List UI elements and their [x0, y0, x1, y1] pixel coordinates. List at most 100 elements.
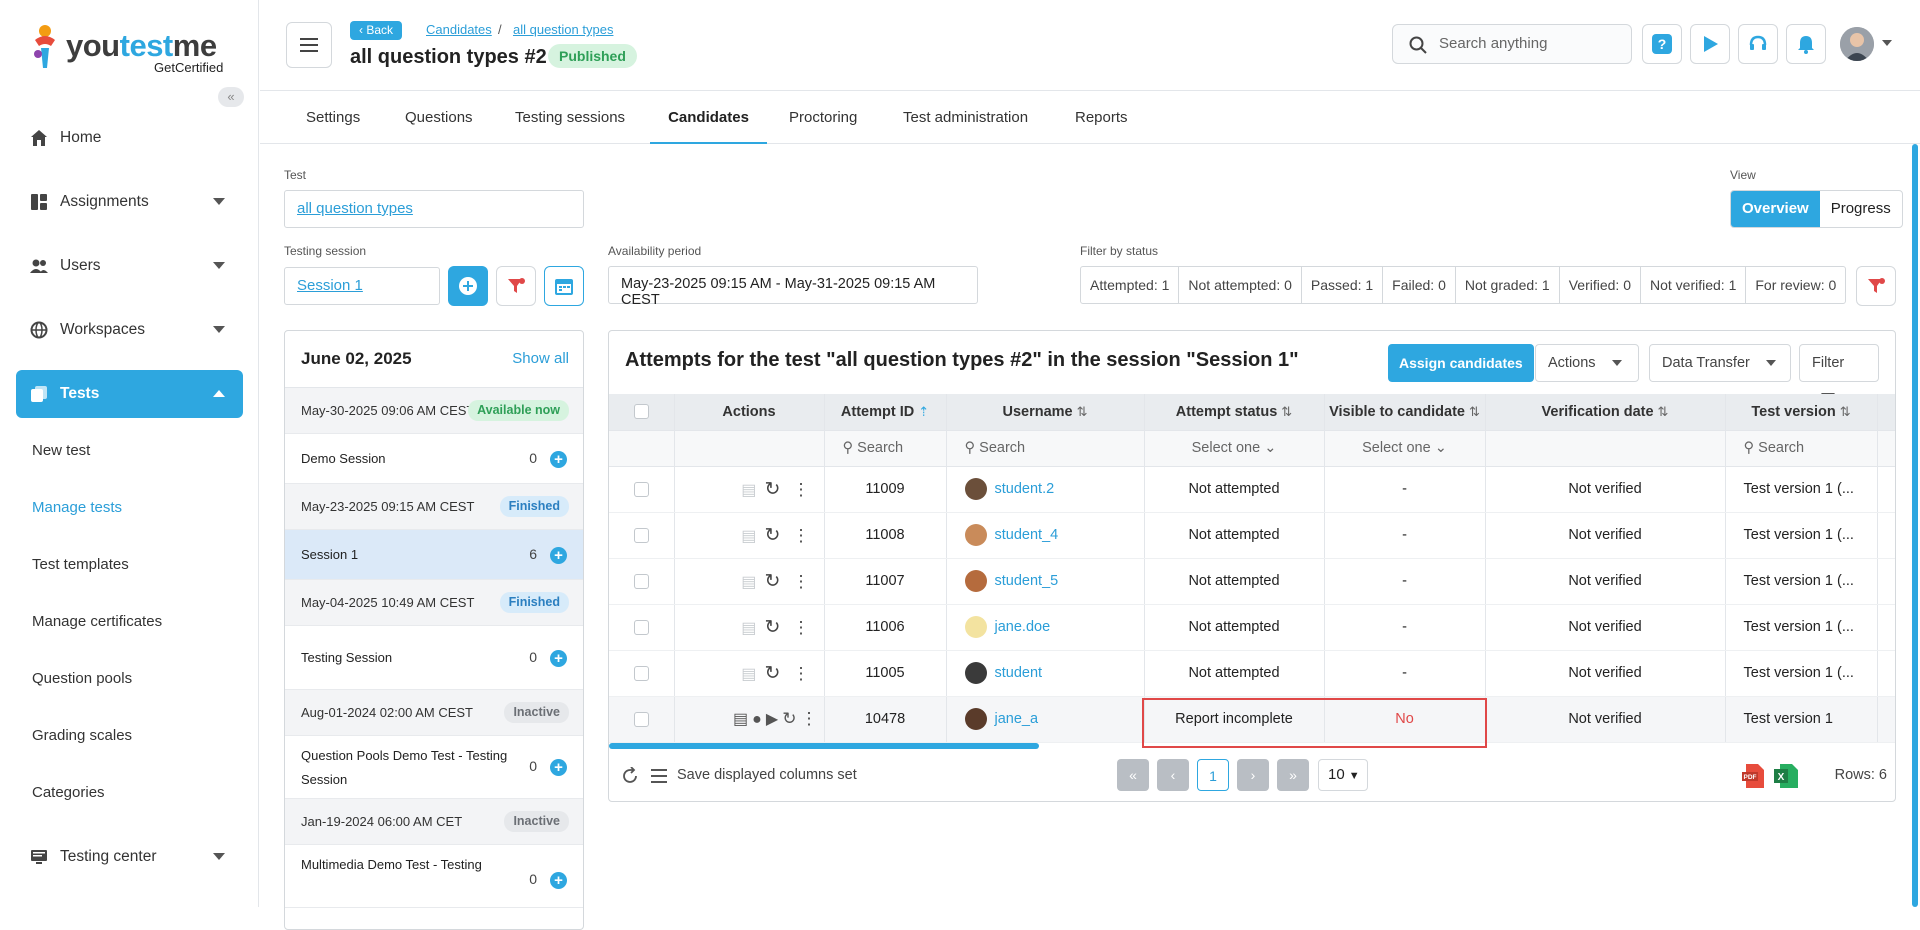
username-link[interactable]: student.2 [995, 481, 1055, 497]
visible-select[interactable]: Select one ⌄ [1324, 430, 1486, 467]
sidebar-sub-test-templates[interactable]: Test templates [32, 556, 129, 573]
clear-status-filter-button[interactable] [1856, 266, 1896, 306]
status-for-review[interactable]: For review: 0 [1746, 267, 1845, 303]
username-search[interactable]: ⚲ Search [946, 430, 1145, 467]
pdf-export-icon[interactable]: PDF [1742, 763, 1766, 789]
sort-icon[interactable]: ⇅ [1469, 404, 1480, 419]
sidebar-item-tests[interactable]: Tests [16, 370, 243, 418]
last-page-button[interactable]: » [1277, 759, 1309, 791]
column-verification-date[interactable]: Verification date ⇅ [1485, 394, 1726, 431]
check-circle-icon[interactable]: ● [752, 711, 762, 728]
row-checkbox[interactable] [633, 573, 649, 589]
next-page-button[interactable]: › [1237, 759, 1269, 791]
add-candidate-icon[interactable]: + [550, 650, 567, 667]
support-button[interactable] [1738, 24, 1778, 64]
row-select-cell[interactable] [609, 466, 675, 513]
status-passed[interactable]: Passed: 1 [1302, 267, 1384, 303]
refresh-icon[interactable] [621, 767, 639, 785]
view-progress-button[interactable]: Progress [1820, 191, 1902, 227]
table-row[interactable]: ▤ ↻ ⋮ 11007 student_5 Not attempted - Not ver… [609, 558, 1895, 605]
filter-button[interactable]: Filter [1799, 344, 1879, 407]
username-link[interactable]: jane_a [995, 711, 1039, 727]
tab-reports[interactable]: Reports [1075, 92, 1128, 144]
session-item-session-1[interactable]: Session 1 6 + [285, 530, 583, 580]
table-row[interactable]: ▤ ↻ ⋮ 11009 student.2 Not attempted - Not ver… [609, 466, 1895, 513]
tab-testing-sessions[interactable]: Testing sessions [515, 92, 625, 144]
help-button[interactable]: ? [1642, 24, 1682, 64]
table-row[interactable]: ▤ ● ▶ ↻ ⋮ 10478 jane_a Report incomplete No N… [609, 696, 1895, 743]
row-checkbox[interactable] [633, 481, 649, 497]
excel-export-icon[interactable]: X [1774, 763, 1798, 789]
select-all-header[interactable] [609, 394, 675, 431]
status-verified[interactable]: Verified: 0 [1560, 267, 1641, 303]
calendar-button[interactable] [544, 266, 584, 306]
first-page-button[interactable]: « [1117, 759, 1149, 791]
sidebar-sub-categories[interactable]: Categories [32, 784, 105, 801]
row-select-cell[interactable] [609, 558, 675, 605]
row-checkbox[interactable] [633, 711, 649, 727]
table-row[interactable]: ▤ ↻ ⋮ 11006 jane.doe Not attempted - Not veri… [609, 604, 1895, 651]
reset-icon[interactable]: ↻ [782, 709, 796, 728]
username-link[interactable]: jane.doe [995, 619, 1051, 635]
more-icon[interactable]: ⋮ [793, 526, 810, 545]
sidebar-item-testing-center[interactable]: Testing center [16, 833, 243, 881]
tab-settings[interactable]: Settings [306, 92, 360, 144]
global-search[interactable] [1392, 24, 1632, 64]
row-select-cell[interactable] [609, 604, 675, 651]
test-link[interactable]: all question types [297, 200, 413, 217]
reset-icon[interactable]: ↻ [764, 571, 780, 592]
column-username[interactable]: Username ⇅ [946, 394, 1145, 431]
breadcrumb-candidates[interactable]: Candidates [426, 22, 492, 37]
sort-icon[interactable]: ⇅ [1840, 404, 1851, 419]
chevron-down-icon[interactable] [1882, 40, 1892, 46]
play-circle-icon[interactable]: ▶ [766, 711, 778, 728]
breadcrumb-test[interactable]: all question types [513, 22, 613, 37]
data-transfer-dropdown[interactable]: Data Transfer [1649, 344, 1791, 382]
column-visible-to-candidate[interactable]: Visible to candidate ⇅ [1324, 394, 1486, 431]
status-not-graded[interactable]: Not graded: 1 [1456, 267, 1560, 303]
status-attempted[interactable]: Attempted: 1 [1081, 267, 1180, 303]
add-session-button[interactable] [448, 266, 488, 306]
row-checkbox[interactable] [633, 527, 649, 543]
avatar[interactable] [1840, 27, 1874, 61]
sidebar-sub-manage-certificates[interactable]: Manage certificates [32, 613, 162, 630]
more-icon[interactable]: ⋮ [793, 572, 810, 591]
reset-icon[interactable]: ↻ [764, 663, 780, 684]
test-version-search[interactable]: ⚲ Search [1725, 430, 1878, 467]
sidebar-item-workspaces[interactable]: Workspaces [16, 306, 243, 354]
status-failed[interactable]: Failed: 0 [1383, 267, 1456, 303]
sidebar-sub-grading-scales[interactable]: Grading scales [32, 727, 132, 744]
more-icon[interactable]: ⋮ [793, 664, 810, 683]
view-overview-button[interactable]: Overview [1731, 191, 1820, 227]
row-checkbox[interactable] [633, 665, 649, 681]
row-select-cell[interactable] [609, 696, 675, 743]
session-item-testing[interactable]: Testing Session 0 + [285, 626, 583, 690]
session-item-question-pools[interactable]: Question Pools Demo Test - Testing Sessi… [285, 736, 583, 799]
youtestme-logo[interactable]: youtestme GetCertified [32, 22, 232, 75]
add-candidate-icon[interactable]: + [550, 451, 567, 468]
notifications-button[interactable] [1786, 24, 1826, 64]
search-input[interactable] [1439, 35, 1619, 52]
column-test-version[interactable]: Test version ⇅ [1725, 394, 1878, 431]
vertical-scrollbar[interactable] [1912, 144, 1918, 907]
sidebar-item-assignments[interactable]: Assignments [16, 178, 243, 226]
sidebar-item-home[interactable]: Home [16, 114, 243, 162]
tab-questions[interactable]: Questions [405, 92, 473, 144]
play-button[interactable] [1690, 24, 1730, 64]
table-row[interactable]: ▤ ↻ ⋮ 11008 student_4 Not attempted - Not ver… [609, 512, 1895, 559]
more-icon[interactable]: ⋮ [801, 709, 818, 728]
row-checkbox[interactable] [633, 619, 649, 635]
more-icon[interactable]: ⋮ [793, 618, 810, 637]
horizontal-scrollbar[interactable] [609, 743, 1039, 749]
show-all-link[interactable]: Show all [512, 350, 569, 367]
sidebar-item-users[interactable]: Users [16, 242, 243, 290]
sidebar-sub-question-pools[interactable]: Question pools [32, 670, 132, 687]
columns-list-icon[interactable] [651, 768, 667, 784]
tab-candidates[interactable]: Candidates [650, 92, 767, 144]
attempt-status-select[interactable]: Select one ⌄ [1144, 430, 1325, 467]
menu-toggle-button[interactable] [286, 22, 332, 68]
status-not-verified[interactable]: Not verified: 1 [1641, 267, 1747, 303]
add-candidate-icon[interactable]: + [550, 547, 567, 564]
sort-icon[interactable]: ⇅ [1077, 404, 1088, 419]
session-item-demo[interactable]: Demo Session 0 + [285, 434, 583, 484]
